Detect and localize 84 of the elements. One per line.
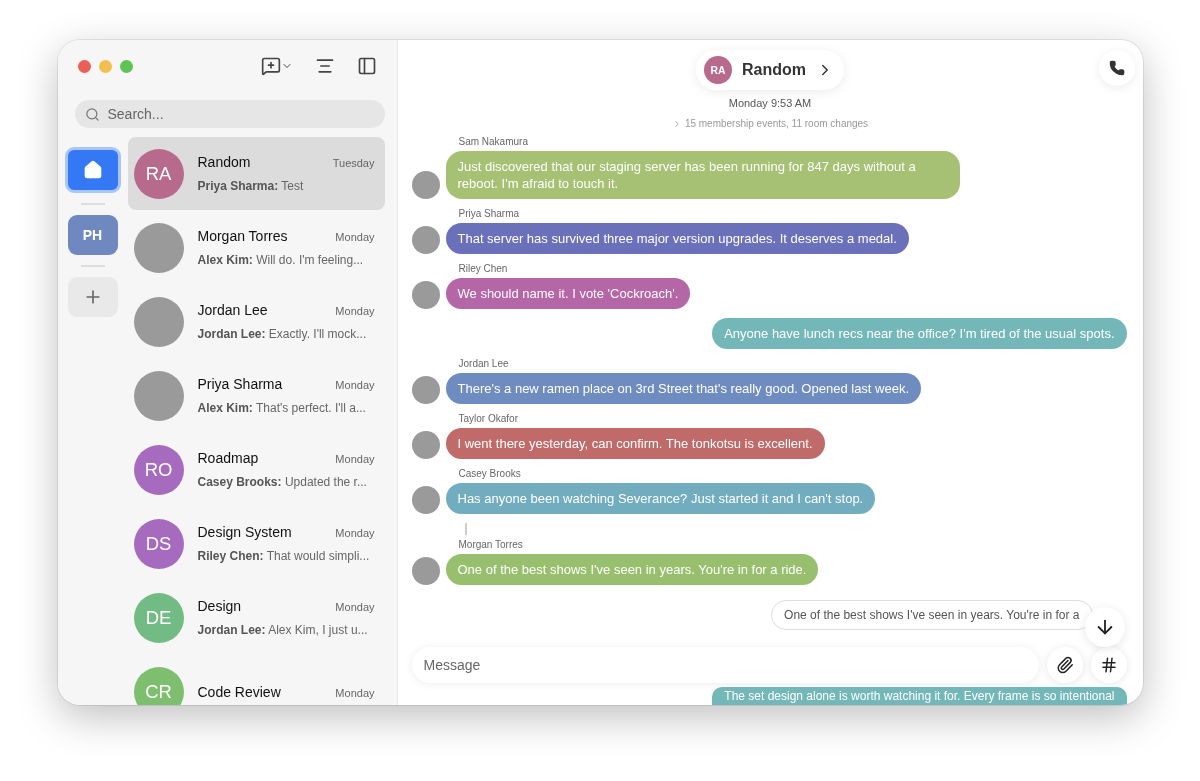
room-preview: Casey Brooks: Updated the r...	[197, 475, 368, 489]
message-bubble: Has anyone been watching Severance? Just started it and I can't stop.	[445, 483, 876, 514]
photo-placeholder	[411, 376, 440, 404]
paperclip-icon	[1055, 656, 1074, 674]
message-bubble: That server has survived three major version upgrades. It deserves a medal.	[445, 223, 909, 254]
lines-icon	[314, 56, 335, 76]
hash-icon	[1099, 656, 1118, 674]
room-preview: Jordan Lee: Alex Kim, I just u...	[197, 623, 369, 637]
date-separator: Monday 9:53 AM	[727, 97, 813, 109]
message-bubble: I went there yesterday, can confirm. The tonkotsu is excellent.	[445, 428, 825, 459]
photo-placeholder	[411, 281, 440, 309]
search-field[interactable]: Search...	[74, 100, 385, 128]
room-time: Monday	[335, 379, 375, 391]
room-time: Monday	[335, 601, 375, 613]
photo-placeholder	[411, 226, 440, 254]
sidebar-icon	[356, 56, 377, 76]
sidebar-toggle-button[interactable]	[356, 56, 377, 76]
room-time: Monday	[335, 305, 375, 317]
room-item[interactable]: RO Roadmap Monday Casey Brooks: Updated the r...	[127, 433, 385, 506]
avatar: CR	[133, 666, 184, 705]
message-bubble: Anyone have lunch recs near the office? I'm tired of the usual spots.	[712, 318, 1127, 349]
room-item[interactable]: Jordan Lee Monday Jordan Lee: Exactly. I'll mock...	[127, 285, 385, 358]
add-space-button[interactable]	[67, 277, 118, 317]
phone-icon	[1108, 60, 1125, 76]
avatar: DS	[133, 518, 184, 569]
room-preview: Alex Kim: Will do. I'm feeling...	[197, 253, 365, 267]
scroll-down-button[interactable]	[1084, 607, 1125, 647]
room-preview: Priya Sharma: Test	[197, 179, 305, 193]
sender-name: Sam Nakamura	[458, 136, 528, 147]
room-name: Design	[197, 598, 242, 614]
filter-button[interactable]	[314, 56, 335, 76]
avatar: RO	[133, 444, 184, 495]
room-time: Monday	[335, 686, 375, 699]
avatar: RA	[133, 148, 184, 199]
sender-name: Priya Sharma	[458, 208, 520, 219]
room-name: Morgan Torres	[197, 228, 288, 244]
message-bubble: We should name it. I vote 'Cockroach'.	[445, 278, 691, 309]
message-bubble: One of the best shows I've seen in years. You're in for a ride.	[445, 554, 819, 585]
attach-button[interactable]	[1046, 647, 1083, 683]
message-bubble: Just discovered that our staging server has been running for 847 days without a reboot. I'm afraid to touch it.	[445, 151, 960, 199]
room-preview: Jordan Lee: Exactly. I'll mock...	[197, 327, 368, 341]
room-item[interactable]: DE Design Monday Jordan Lee: Alex Kim, I just u...	[127, 581, 385, 654]
new-message-button[interactable]	[260, 56, 293, 76]
message-plus-icon	[260, 56, 281, 76]
home-icon	[82, 160, 103, 180]
room-item[interactable]: DS Design System Monday Riley Chen: That would simpli...	[127, 507, 385, 580]
room-item[interactable]: CR Code Review Monday	[127, 655, 385, 705]
search-icon	[84, 106, 100, 122]
room-preview: Alex Kim: That's perfect. I'll a...	[197, 401, 367, 415]
sender-name: Riley Chen	[458, 263, 508, 274]
message-bubble: There's a new ramen place on 3rd Street that's really good. Opened last week.	[445, 373, 922, 404]
message-bubble: The set design alone is worth watching it for. Every frame is so intentional	[712, 687, 1127, 705]
hash-button[interactable]	[1090, 647, 1127, 683]
room-name: Roadmap	[197, 450, 259, 466]
room-time: Monday	[335, 453, 375, 465]
message-input[interactable]: Message	[411, 647, 1039, 683]
room-avatar: RA	[704, 56, 732, 84]
room-time: Monday	[335, 231, 375, 243]
room-item[interactable]: Priya Sharma Monday Alex Kim: That's perfect. I'll a...	[127, 359, 385, 432]
sender-name: Casey Brooks	[458, 468, 521, 479]
photo-placeholder	[411, 557, 440, 585]
room-item[interactable]: Morgan Torres Monday Alex Kim: Will do. I'm feeling...	[127, 211, 385, 284]
photo-placeholder	[411, 171, 440, 199]
room-header-button[interactable]: RA Random	[696, 50, 844, 90]
avatar: DE	[133, 592, 184, 643]
room-title: Random	[742, 61, 806, 79]
sender-name: Jordan Lee	[458, 358, 509, 369]
room-name: Design System	[197, 524, 292, 540]
home-space-button[interactable]	[64, 147, 121, 193]
call-button[interactable]	[1098, 50, 1135, 86]
room-time: Monday	[335, 527, 375, 539]
room-name: Priya Sharma	[197, 376, 283, 392]
sender-name: Taylor Okafor	[458, 413, 518, 424]
sender-name: Morgan Torres	[458, 539, 523, 550]
close-button[interactable]	[77, 59, 91, 73]
room-item[interactable]: RA Random Tuesday Priya Sharma: Test	[127, 137, 385, 210]
room-name: Code Review	[197, 683, 281, 700]
room-name: Jordan Lee	[197, 302, 268, 318]
search-input[interactable]: Search...	[105, 105, 375, 123]
room-time: Tuesday	[332, 157, 375, 169]
room-name: Random	[197, 154, 251, 170]
photo-placeholder	[411, 431, 440, 459]
photo-placeholder	[411, 486, 440, 514]
room-preview: Riley Chen: That would simpli...	[197, 549, 371, 563]
